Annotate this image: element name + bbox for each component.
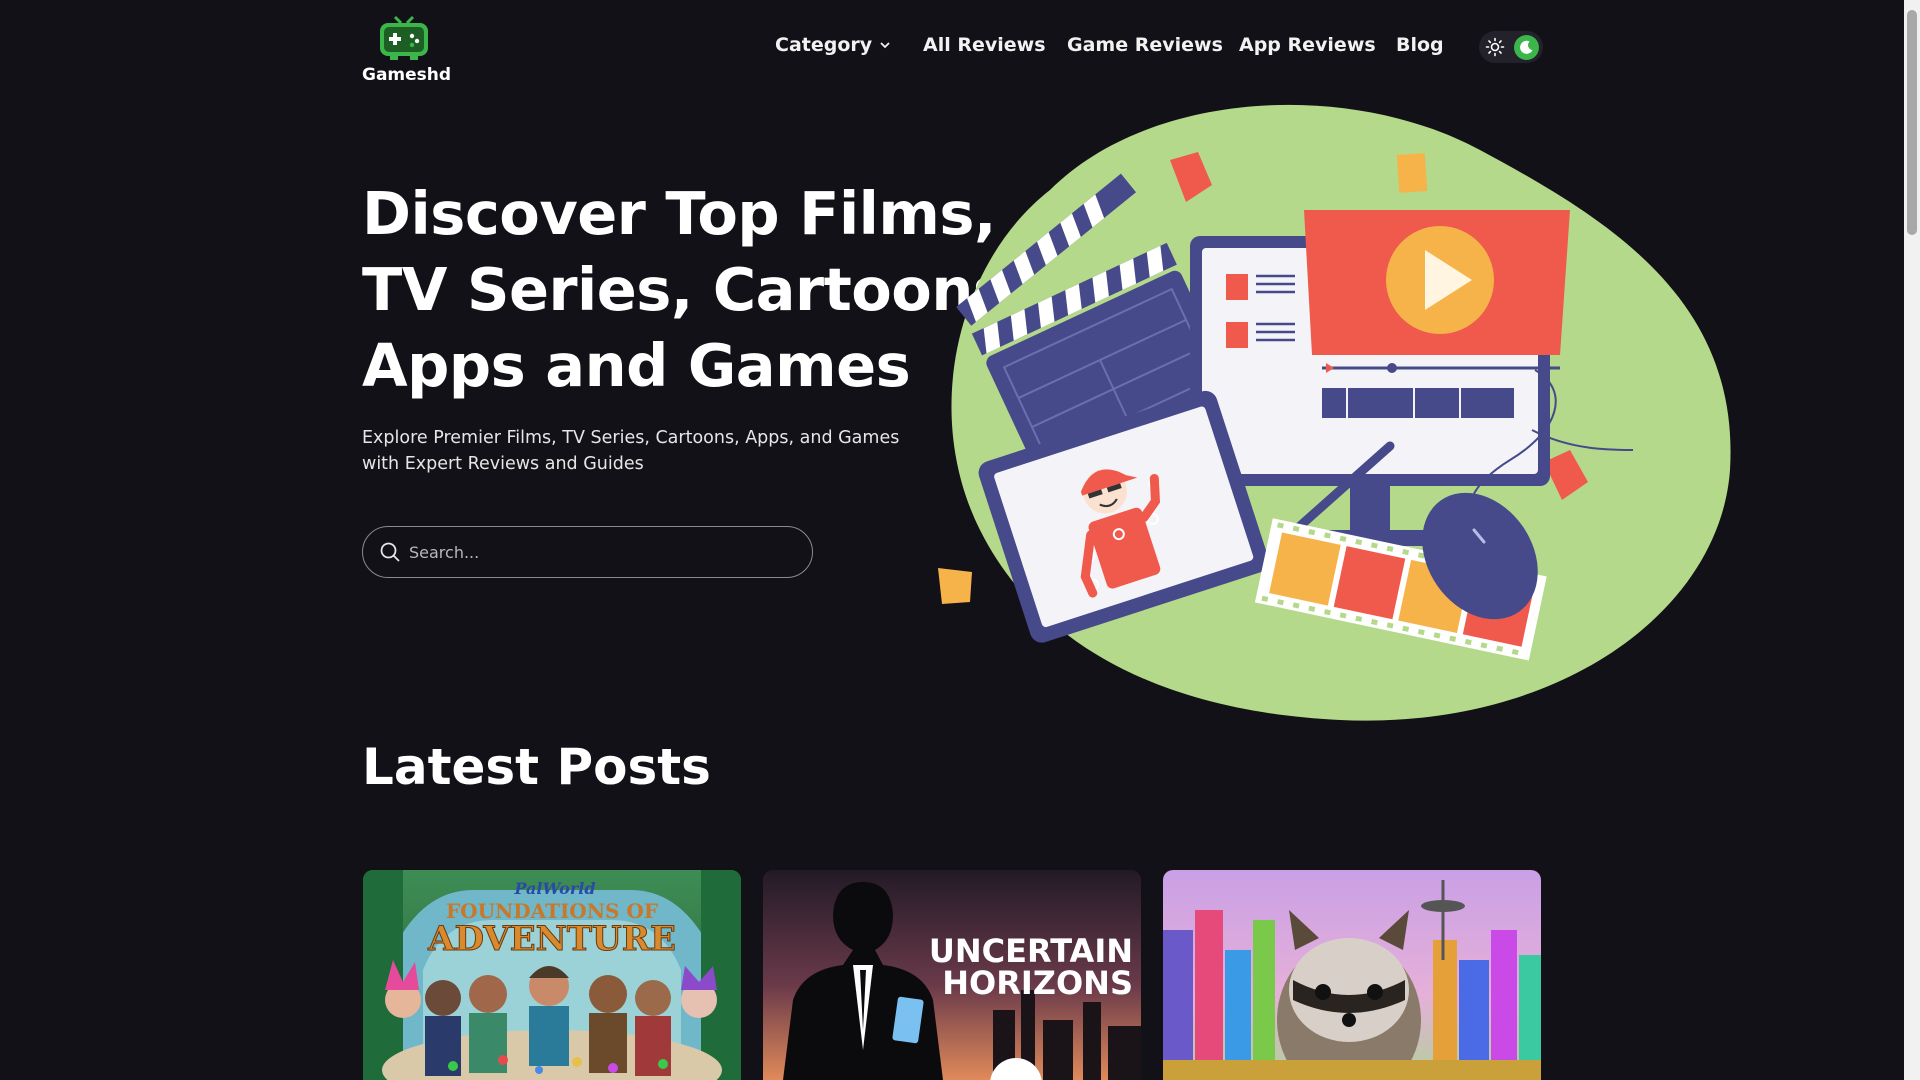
post-thumbnail: UNCERTAIN HORIZONS bbox=[763, 870, 1141, 1080]
hero-subtitle: Explore Premier Films, TV Series, Cartoo… bbox=[362, 425, 922, 477]
nav-blog[interactable]: Blog bbox=[1396, 34, 1444, 56]
gamepad-tv-icon bbox=[380, 15, 428, 60]
confetti-shape bbox=[1396, 153, 1428, 193]
latest-posts-title: Latest Posts bbox=[362, 738, 711, 796]
hero-title-line: TV Series, Cartoons, bbox=[362, 255, 1030, 324]
search-box bbox=[362, 526, 813, 578]
scrollbar-thumb[interactable] bbox=[1907, 10, 1917, 235]
hero-title: Discover Top Films, TV Series, Cartoons,… bbox=[362, 176, 1030, 404]
logo-text: Gameshd bbox=[362, 65, 452, 85]
search-input[interactable] bbox=[409, 537, 789, 567]
post-card[interactable]: UNCERTAIN HORIZONS bbox=[763, 870, 1141, 1080]
confetti-shape bbox=[938, 568, 972, 604]
nav-game-reviews[interactable]: Game Reviews bbox=[1067, 34, 1223, 56]
hero-title-line: Discover Top Films, bbox=[362, 179, 996, 248]
thumbnail-text: PalWorld bbox=[513, 879, 595, 898]
post-thumbnail: PalWorld FOUNDATIONS OF ADVENTURE bbox=[363, 870, 741, 1080]
chevron-down-icon bbox=[878, 35, 892, 57]
page-scrollbar[interactable] bbox=[1904, 0, 1920, 1080]
theme-toggle[interactable] bbox=[1479, 31, 1543, 63]
sun-icon bbox=[1485, 37, 1505, 57]
logo-link[interactable]: Gameshd bbox=[362, 14, 452, 85]
post-card[interactable] bbox=[1163, 870, 1541, 1080]
post-card[interactable]: PalWorld FOUNDATIONS OF ADVENTURE bbox=[363, 870, 741, 1080]
post-thumbnail bbox=[1163, 870, 1541, 1080]
thumbnail-text: HORIZONS bbox=[942, 964, 1133, 1002]
hero-subtitle-line: with Expert Reviews and Guides bbox=[362, 454, 644, 474]
nav-category[interactable]: Category bbox=[775, 34, 892, 57]
toggle-knob bbox=[1514, 35, 1539, 60]
hero-illustration bbox=[938, 104, 1731, 721]
search-icon bbox=[380, 542, 400, 562]
nav-app-reviews[interactable]: App Reviews bbox=[1239, 34, 1376, 56]
hero-title-line: Apps and Games bbox=[362, 331, 911, 400]
nav-category-label: Category bbox=[775, 34, 873, 56]
site-header: Gameshd Category All Reviews Game Review… bbox=[0, 0, 1904, 96]
thumbnail-text: ADVENTURE bbox=[427, 919, 676, 959]
hero-subtitle-line: Explore Premier Films, TV Series, Cartoo… bbox=[362, 428, 900, 448]
moon-icon bbox=[1520, 40, 1533, 54]
nav-all-reviews[interactable]: All Reviews bbox=[923, 34, 1046, 56]
